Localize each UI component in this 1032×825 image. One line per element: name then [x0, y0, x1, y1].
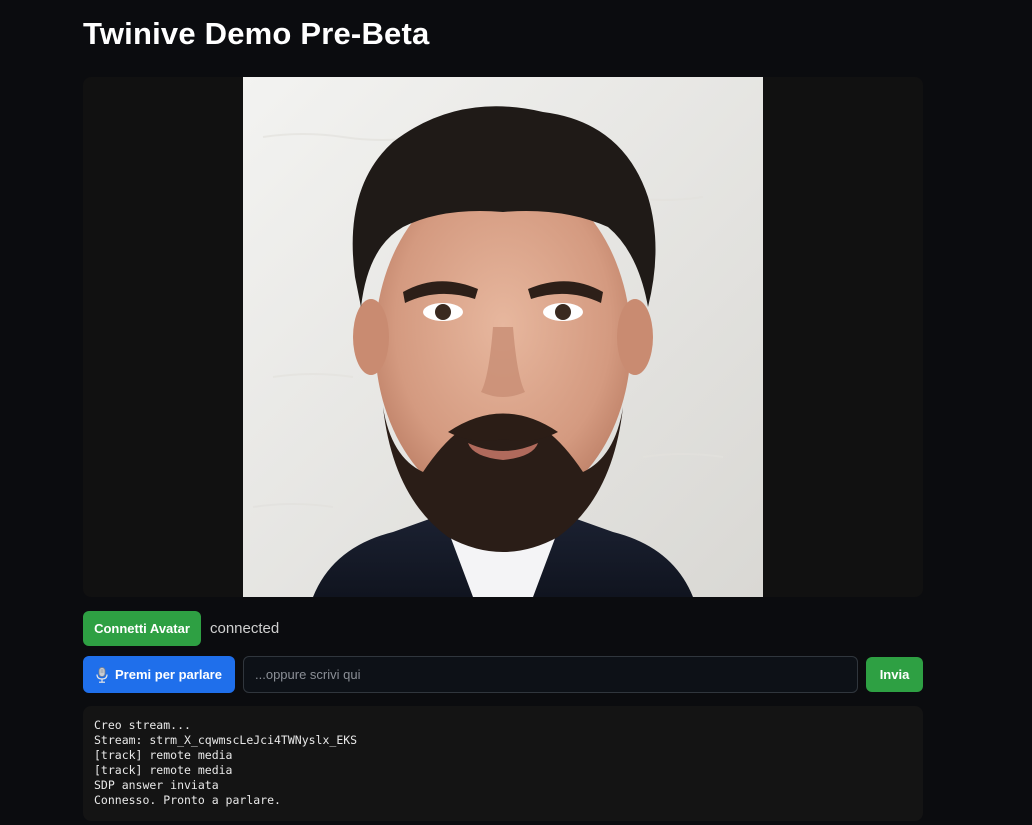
avatar-portrait-image: [243, 77, 763, 597]
avatar-video: [243, 77, 763, 597]
connect-avatar-label: Connetti Avatar: [94, 621, 190, 636]
log-line: [track] remote media: [94, 763, 233, 777]
connect-avatar-button[interactable]: Connetti Avatar: [83, 611, 201, 646]
log-line: Creo stream...: [94, 718, 191, 732]
microphone-icon: [96, 666, 108, 683]
connection-status: connected: [210, 620, 280, 637]
send-label: Invia: [879, 667, 910, 682]
log-line: Stream: strm_X_cqwmscLeJci4TWNyslx_EKS: [94, 733, 358, 747]
log-panel: Creo stream... Stream: strm_X_cqwmscLeJc…: [83, 706, 923, 821]
message-input[interactable]: [243, 656, 858, 693]
push-to-talk-button[interactable]: Premi per parlare: [83, 656, 235, 693]
video-panel: [83, 77, 923, 597]
push-to-talk-label: Premi per parlare: [115, 667, 222, 682]
send-button[interactable]: Invia: [866, 657, 923, 692]
log-line: SDP answer inviata: [94, 778, 219, 792]
log-line: Connesso. Pronto a parlare.: [94, 793, 281, 807]
log-line: [track] remote media: [94, 748, 233, 762]
page-title: Twinive Demo Pre-Beta: [83, 16, 430, 51]
